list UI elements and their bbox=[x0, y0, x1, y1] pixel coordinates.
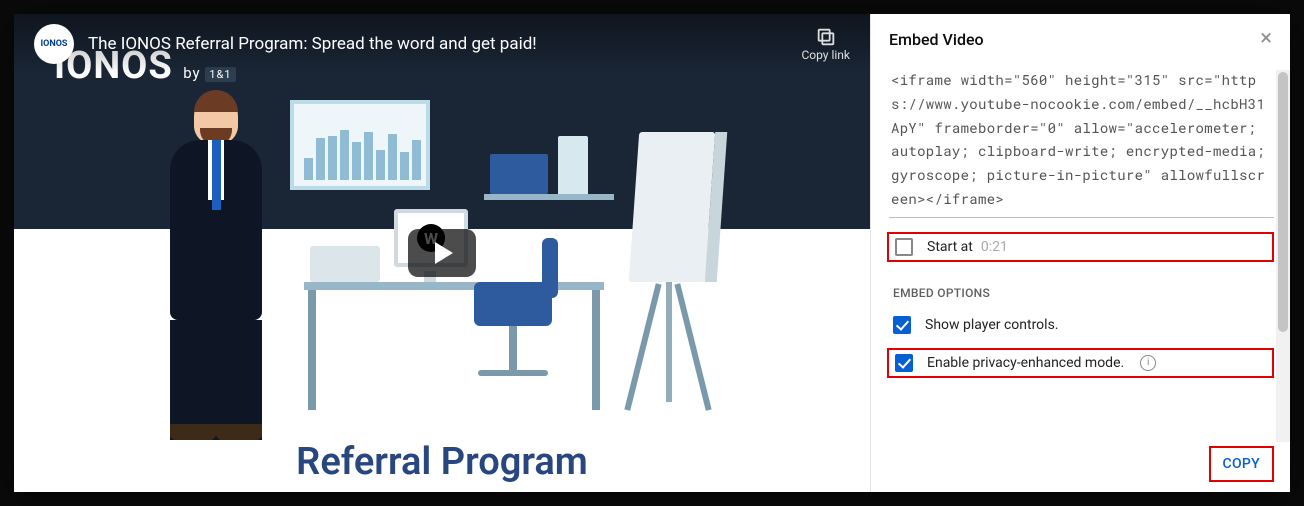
illustration-shelf bbox=[484, 194, 614, 200]
privacy-mode-row: Enable privacy-enhanced mode. i bbox=[887, 348, 1274, 378]
video-footer-title: Referral Program bbox=[296, 440, 588, 484]
privacy-mode-label: Enable privacy-enhanced mode. bbox=[927, 355, 1124, 371]
embed-code[interactable]: <iframe width="560" height="315" src="ht… bbox=[889, 60, 1274, 218]
panel-title: Embed Video bbox=[889, 30, 984, 49]
copy-link-button[interactable]: Copy link bbox=[801, 26, 850, 62]
player-controls-label: Show player controls. bbox=[925, 317, 1059, 333]
illustration-chart bbox=[290, 100, 430, 190]
illustration-paper-roll bbox=[558, 136, 588, 194]
embed-modal: IONOS by 1&1 bbox=[14, 14, 1290, 492]
close-button[interactable]: × bbox=[1260, 28, 1272, 50]
copy-icon bbox=[815, 26, 837, 48]
video-header: IONOS The IONOS Referral Program: Spread… bbox=[14, 14, 870, 74]
start-at-checkbox[interactable] bbox=[895, 238, 913, 256]
start-at-value[interactable]: 0:21 bbox=[981, 239, 1008, 255]
panel-footer: COPY bbox=[871, 436, 1290, 492]
illustration-desk bbox=[304, 282, 604, 290]
illustration-person bbox=[194, 94, 262, 440]
video-title[interactable]: The IONOS Referral Program: Spread the w… bbox=[88, 34, 537, 54]
channel-avatar[interactable]: IONOS bbox=[34, 24, 74, 64]
illustration-printer bbox=[310, 246, 380, 282]
privacy-mode-checkbox[interactable] bbox=[895, 354, 913, 372]
panel-header: Embed Video × bbox=[871, 14, 1290, 60]
illustration-box bbox=[490, 154, 548, 194]
start-at-row: Start at 0:21 bbox=[887, 232, 1274, 262]
start-at-label: Start at bbox=[927, 239, 973, 255]
play-button[interactable] bbox=[408, 229, 476, 277]
video-preview[interactable]: IONOS by 1&1 bbox=[14, 14, 870, 492]
embed-options-heading: EMBED OPTIONS bbox=[893, 286, 1274, 300]
close-icon: × bbox=[1260, 26, 1272, 51]
player-controls-row: Show player controls. bbox=[889, 310, 1274, 340]
panel-body: <iframe width="560" height="315" src="ht… bbox=[871, 60, 1290, 436]
illustration-easel bbox=[634, 132, 710, 282]
info-icon[interactable]: i bbox=[1140, 355, 1156, 371]
embed-panel: Embed Video × <iframe width="560" height… bbox=[870, 14, 1290, 492]
player-controls-checkbox[interactable] bbox=[893, 316, 911, 334]
illustration-chair bbox=[474, 282, 552, 376]
copy-link-label: Copy link bbox=[801, 48, 850, 62]
copy-button[interactable]: COPY bbox=[1209, 446, 1274, 482]
